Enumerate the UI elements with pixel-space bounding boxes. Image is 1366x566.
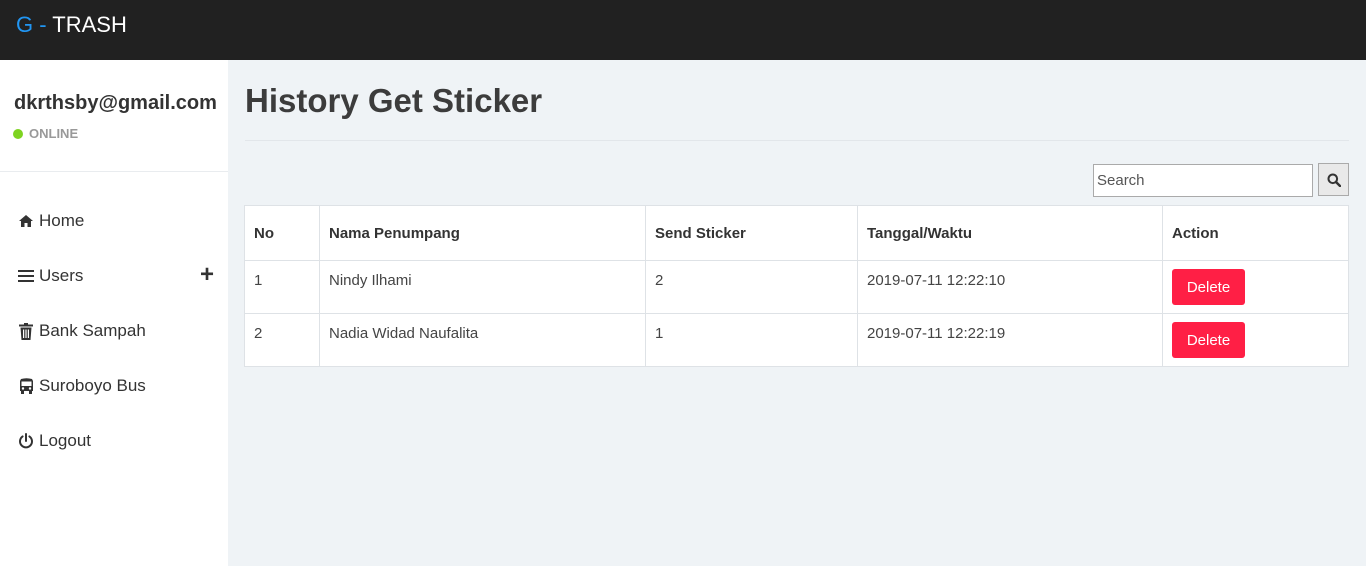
delete-button[interactable]: Delete: [1172, 269, 1245, 305]
user-profile: dkrthsby@gmail.com ONLINE: [0, 60, 228, 172]
delete-button[interactable]: Delete: [1172, 322, 1245, 358]
page-title: History Get Sticker: [245, 82, 543, 119]
search-input[interactable]: [1093, 164, 1313, 197]
cell-datetime: 2019-07-11 12:22:10: [857, 260, 1163, 314]
home-icon: [15, 214, 37, 228]
user-email: dkrthsby@gmail.com: [14, 92, 217, 114]
sidebar-item-suroboyo-bus[interactable]: Suroboyo Bus: [0, 366, 228, 406]
search-button[interactable]: [1318, 163, 1349, 196]
table-header-row: No Nama Penumpang Send Sticker Tanggal/W…: [244, 205, 1349, 261]
brand-logo[interactable]: G - TRASH: [16, 12, 127, 38]
status-indicator: ONLINE: [13, 126, 78, 141]
cell-action: Delete: [1162, 313, 1349, 367]
cell-no: 1: [244, 260, 320, 314]
cell-no: 2: [244, 313, 320, 367]
sidebar: dkrthsby@gmail.com ONLINE Home Users + B…: [0, 60, 228, 566]
title-divider: [245, 140, 1349, 141]
online-dot-icon: [13, 128, 23, 139]
table-row: 1 Nindy Ilhami 2 2019-07-11 12:22:10 Del…: [244, 260, 1349, 314]
top-navbar: G - TRASH: [0, 0, 1366, 60]
sidebar-item-label: Home: [39, 211, 85, 230]
table-row: 2 Nadia Widad Naufalita 1 2019-07-11 12:…: [244, 313, 1349, 367]
sidebar-item-bank-sampah[interactable]: Bank Sampah: [0, 311, 228, 351]
column-header-datetime: Tanggal/Waktu: [857, 205, 1163, 261]
sidebar-item-home[interactable]: Home: [0, 201, 228, 241]
cell-send-sticker: 1: [645, 313, 858, 367]
trash-icon: [15, 322, 37, 340]
cell-name: Nadia Widad Naufalita: [319, 313, 646, 367]
power-icon: [15, 433, 37, 449]
column-header-name: Nama Penumpang: [319, 205, 646, 261]
brand-prefix: G -: [16, 12, 47, 37]
sidebar-item-logout[interactable]: Logout: [0, 421, 228, 461]
sidebar-item-label: Bank Sampah: [39, 321, 146, 340]
search-icon: [1327, 173, 1341, 187]
column-header-action: Action: [1162, 205, 1349, 261]
brand-name: TRASH: [52, 12, 127, 37]
column-header-send-sticker: Send Sticker: [645, 205, 858, 261]
bus-icon: [15, 377, 37, 395]
sticker-history-table: No Nama Penumpang Send Sticker Tanggal/W…: [244, 205, 1349, 367]
sidebar-item-users[interactable]: Users +: [0, 256, 228, 296]
sidebar-item-label: Suroboyo Bus: [39, 376, 146, 395]
sidebar-item-label: Users: [39, 266, 84, 285]
column-header-no: No: [244, 205, 320, 261]
add-user-icon[interactable]: +: [200, 263, 214, 287]
cell-send-sticker: 2: [645, 260, 858, 314]
cell-action: Delete: [1162, 260, 1349, 314]
sidebar-item-label: Logout: [39, 431, 91, 450]
menu-icon: [15, 269, 37, 283]
cell-datetime: 2019-07-11 12:22:19: [857, 313, 1163, 367]
cell-name: Nindy Ilhami: [319, 260, 646, 314]
status-label: ONLINE: [29, 126, 79, 141]
main-content: History Get Sticker No Nama Penumpang Se…: [228, 60, 1366, 566]
